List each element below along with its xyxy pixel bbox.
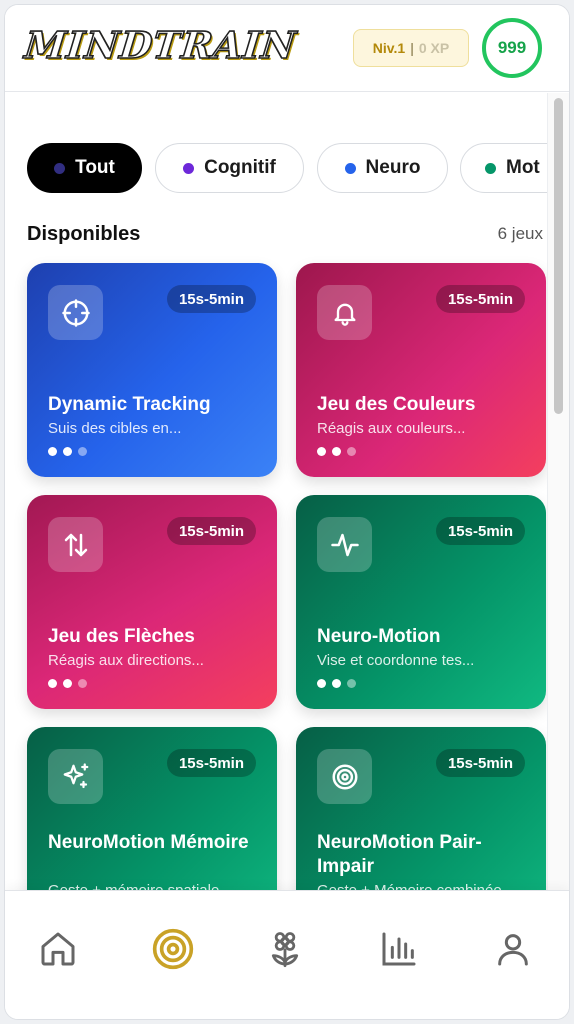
filter-chip-motion[interactable]: Mot <box>460 143 547 193</box>
game-description: Réagis aux couleurs... <box>317 420 466 437</box>
filter-label: Tout <box>75 157 115 178</box>
filter-dot <box>344 162 356 174</box>
filter-dot <box>485 162 496 174</box>
user-icon <box>498 934 528 966</box>
difficulty-dots <box>317 447 356 456</box>
arrows-up-down-icon <box>48 517 103 572</box>
game-card-jeu-des-couleurs[interactable]: 15s-5min Jeu des Couleurs Réagis aux cou… <box>296 263 546 477</box>
home-icon <box>41 932 75 966</box>
filter-label: Neuro <box>365 157 421 178</box>
games-scroll-area[interactable]: Tout Cognitif Neuro Mot Disponibles 6 je… <box>5 93 569 890</box>
game-card-dynamic-tracking[interactable]: 15s-5min Dynamic Tracking Suis des cible… <box>27 263 277 477</box>
filter-dot <box>183 162 195 174</box>
duration-badge: 15s-5min <box>166 285 256 313</box>
difficulty-dots <box>48 447 87 456</box>
level-badge[interactable]: Niv.1 | 0 XP <box>353 29 469 67</box>
flower-icon <box>271 932 299 968</box>
nav-games[interactable] <box>149 925 197 973</box>
bottom-navigation <box>5 890 569 1019</box>
game-description: Suis des cibles en... <box>48 420 182 437</box>
game-description: Réagis aux directions... <box>48 652 204 669</box>
bell-icon <box>317 285 372 340</box>
nav-stats[interactable] <box>375 925 423 973</box>
nav-profile[interactable] <box>489 925 537 973</box>
game-title: Dynamic Tracking <box>48 394 211 415</box>
score-badge[interactable]: 999 <box>482 18 542 78</box>
duration-badge: 15s-5min <box>435 517 525 545</box>
filter-label: Cognitif <box>204 157 276 178</box>
difficulty-dots <box>317 679 356 688</box>
app-header: MINDTRAIN Niv.1 | 0 XP 999 <box>5 5 569 92</box>
level-label: Niv.1 <box>372 40 406 56</box>
game-card-neuromotion-memoire[interactable]: 15s-5min NeuroMotion Mémoire Geste + mém… <box>27 727 277 890</box>
activity-icon <box>317 517 372 572</box>
game-card-jeu-des-fleches[interactable]: 15s-5min Jeu des Flèches Réagis aux dire… <box>27 495 277 709</box>
game-title: NeuroMotion Mémoire <box>48 832 249 853</box>
duration-badge: 15s-5min <box>166 517 256 545</box>
game-title: Jeu des Couleurs <box>317 394 476 415</box>
scrollbar-thumb[interactable] <box>554 98 563 414</box>
target-icon <box>152 928 194 970</box>
game-title: Jeu des Flèches <box>48 626 195 647</box>
game-description: Geste + mémoire spatiale <box>48 882 219 890</box>
score-value: 999 <box>497 38 527 57</box>
stats-icon <box>382 932 416 966</box>
filter-chip-neuro[interactable]: Neuro <box>317 143 448 193</box>
filter-chip-cognitif[interactable]: Cognitif <box>155 143 304 193</box>
game-card-neuro-motion[interactable]: 15s-5min Neuro-Motion Vise et coordonne … <box>296 495 546 709</box>
game-title: Neuro-Motion <box>317 626 441 647</box>
game-title: NeuroMotion Pair-Impair <box>317 832 482 877</box>
duration-badge: 15s-5min <box>435 749 525 777</box>
difficulty-dots <box>48 679 87 688</box>
level-separator: | <box>410 40 414 56</box>
category-filters: Tout Cognitif Neuro Mot <box>27 143 547 195</box>
target-icon <box>317 749 372 804</box>
crosshair-icon <box>48 285 103 340</box>
filter-label: Mot <box>506 157 540 178</box>
game-description: Vise et coordonne tes... <box>317 652 475 669</box>
scrollbar-track[interactable] <box>547 93 569 890</box>
sparkles-icon <box>48 749 103 804</box>
game-card-neuromotion-pair-impair[interactable]: 15s-5min NeuroMotion Pair-Impair Geste +… <box>296 727 546 890</box>
duration-badge: 15s-5min <box>435 285 525 313</box>
filter-dot <box>54 162 66 174</box>
nav-home[interactable] <box>34 925 82 973</box>
app-logo[interactable]: MINDTRAIN <box>22 22 300 68</box>
section-title: Disponibles <box>27 223 141 245</box>
duration-badge: 15s-5min <box>166 749 256 777</box>
xp-label: 0 XP <box>418 40 450 56</box>
app-frame: MINDTRAIN Niv.1 | 0 XP 999 Tout Cognitif… <box>4 4 570 1020</box>
games-count: 6 jeux <box>497 224 543 243</box>
nav-garden[interactable] <box>261 925 309 973</box>
filter-chip-all[interactable]: Tout <box>27 143 142 193</box>
game-description: Geste + Mémoire combinée <box>317 882 502 890</box>
